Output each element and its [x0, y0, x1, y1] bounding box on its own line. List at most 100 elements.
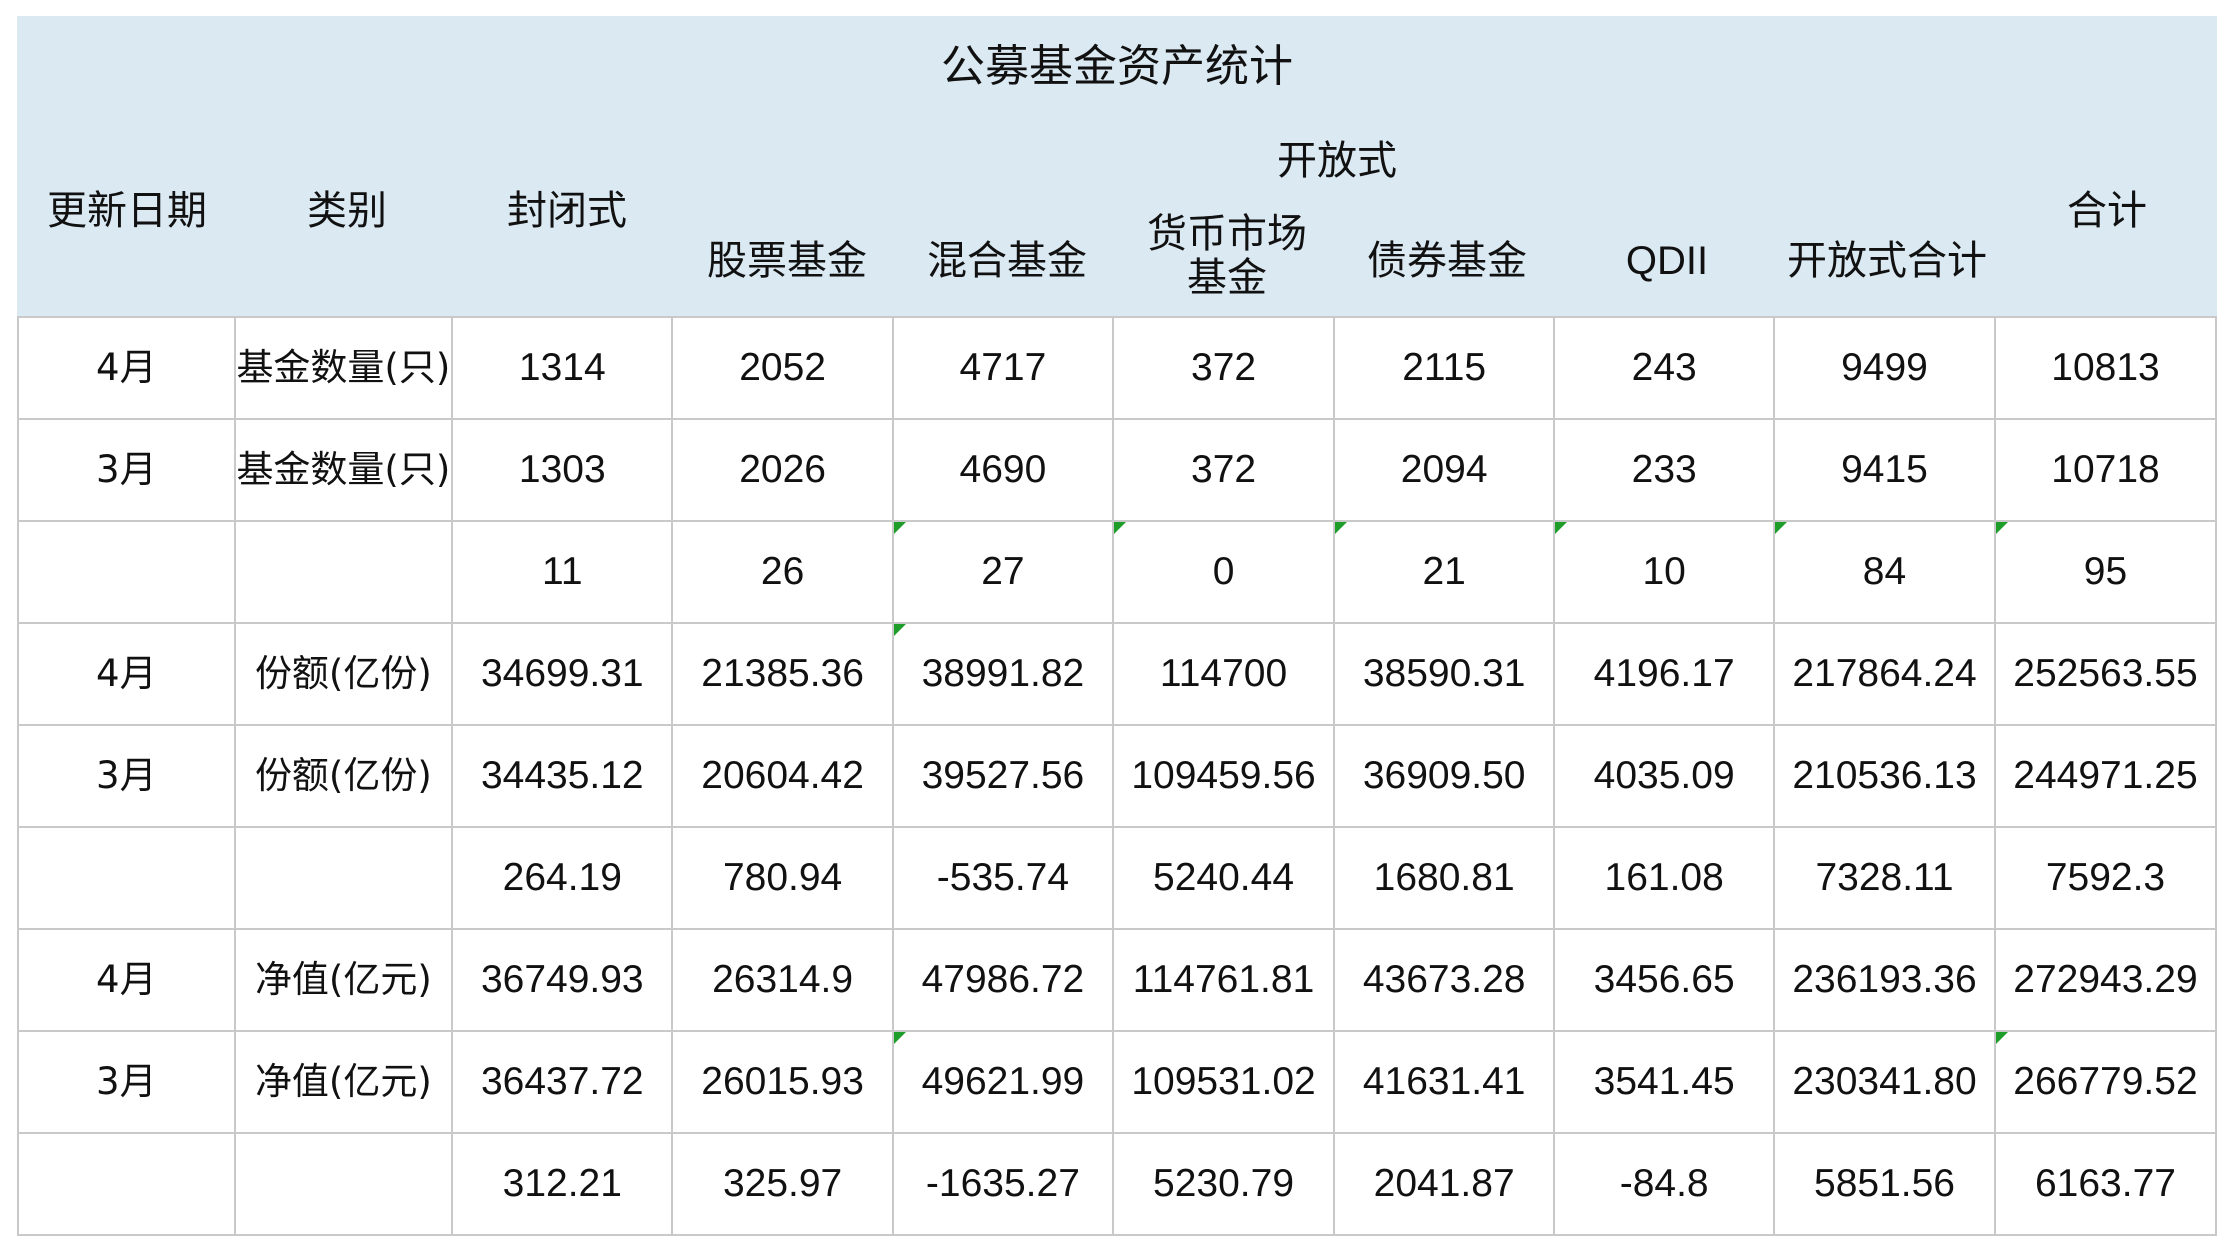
bond-cell[interactable]: 36909.50 [1333, 724, 1556, 828]
date-cell[interactable]: 3月 [17, 418, 236, 522]
money-market-cell[interactable]: 5240.44 [1112, 826, 1336, 930]
total-cell[interactable]: 6163.77 [1993, 1132, 2218, 1236]
qdii-cell[interactable]: 161.08 [1553, 826, 1776, 930]
closed-cell[interactable]: 36437.72 [451, 1030, 674, 1134]
stock-cell[interactable]: 26314.9 [671, 928, 894, 1032]
stock-cell[interactable]: 21385.36 [671, 622, 894, 726]
bond-cell[interactable]: 41631.41 [1333, 1030, 1556, 1134]
closed-cell[interactable]: 34699.31 [451, 622, 674, 726]
header-category: 类别 [307, 188, 387, 234]
closed-cell[interactable]: 11 [451, 520, 674, 624]
stock-cell[interactable]: 2026 [671, 418, 894, 522]
date-cell[interactable] [17, 1132, 236, 1236]
total-cell[interactable]: 7592.3 [1993, 826, 2218, 930]
category-cell[interactable]: 份额(亿份) [233, 724, 454, 828]
open-total-cell[interactable]: 217864.24 [1773, 622, 1996, 726]
date-cell[interactable]: 4月 [17, 622, 236, 726]
qdii-cell[interactable]: 10 [1553, 520, 1776, 624]
category-cell[interactable] [233, 1132, 454, 1236]
closed-cell[interactable]: 36749.93 [451, 928, 674, 1032]
bond-cell[interactable]: 2115 [1333, 316, 1556, 420]
qdii-cell[interactable]: 4196.17 [1553, 622, 1776, 726]
money-market-cell[interactable]: 0 [1112, 520, 1336, 624]
table-row: 4月 净值(亿元) 36749.93 26314.9 47986.72 1147… [17, 928, 2218, 1032]
open-total-cell[interactable]: 210536.13 [1773, 724, 1996, 828]
money-market-cell[interactable]: 114761.81 [1112, 928, 1336, 1032]
table-row: 4月 基金数量(只) 1314 2052 4717 372 2115 243 9… [17, 316, 2218, 420]
date-cell[interactable]: 3月 [17, 1030, 236, 1134]
category-cell[interactable]: 净值(亿元) [233, 1030, 454, 1134]
mixed-cell[interactable]: 38991.82 [891, 622, 1115, 726]
bond-cell[interactable]: 2094 [1333, 418, 1556, 522]
mixed-cell[interactable]: 4690 [891, 418, 1115, 522]
total-cell[interactable]: 10718 [1993, 418, 2218, 522]
category-cell[interactable]: 基金数量(只) [233, 418, 454, 522]
money-market-cell[interactable]: 114700 [1112, 622, 1336, 726]
date-cell[interactable] [17, 520, 236, 624]
table-row: 3月 净值(亿元) 36437.72 26015.93 49621.99 109… [17, 1030, 2218, 1134]
total-cell[interactable]: 266779.52 [1993, 1030, 2218, 1134]
total-cell[interactable]: 10813 [1993, 316, 2218, 420]
money-market-cell[interactable]: 109459.56 [1112, 724, 1336, 828]
table-row: 4月 份额(亿份) 34699.31 21385.36 38991.82 114… [17, 622, 2218, 726]
category-cell[interactable] [233, 826, 454, 930]
stock-cell[interactable]: 2052 [671, 316, 894, 420]
closed-cell[interactable]: 34435.12 [451, 724, 674, 828]
open-total-cell[interactable]: 9415 [1773, 418, 1996, 522]
closed-cell[interactable]: 1303 [451, 418, 674, 522]
stock-cell[interactable]: 780.94 [671, 826, 894, 930]
total-cell[interactable]: 252563.55 [1993, 622, 2218, 726]
money-market-cell[interactable]: 372 [1112, 418, 1336, 522]
header-date: 更新日期 [47, 188, 207, 234]
total-cell[interactable]: 95 [1993, 520, 2218, 624]
category-cell[interactable]: 份额(亿份) [233, 622, 454, 726]
qdii-cell[interactable]: 243 [1553, 316, 1776, 420]
mixed-cell[interactable]: -1635.27 [891, 1132, 1115, 1236]
mixed-cell[interactable]: 47986.72 [891, 928, 1115, 1032]
qdii-cell[interactable]: 3456.65 [1553, 928, 1776, 1032]
money-market-cell[interactable]: 5230.79 [1112, 1132, 1336, 1236]
date-cell[interactable]: 3月 [17, 724, 236, 828]
closed-cell[interactable]: 1314 [451, 316, 674, 420]
money-market-cell[interactable]: 372 [1112, 316, 1336, 420]
total-cell[interactable]: 272943.29 [1993, 928, 2218, 1032]
date-cell[interactable] [17, 826, 236, 930]
bond-cell[interactable]: 2041.87 [1333, 1132, 1556, 1236]
open-total-cell[interactable]: 5851.56 [1773, 1132, 1996, 1236]
stock-cell[interactable]: 26015.93 [671, 1030, 894, 1134]
total-cell[interactable]: 244971.25 [1993, 724, 2218, 828]
qdii-cell[interactable]: -84.8 [1553, 1132, 1776, 1236]
qdii-cell[interactable]: 3541.45 [1553, 1030, 1776, 1134]
category-cell[interactable] [233, 520, 454, 624]
stock-cell[interactable]: 325.97 [671, 1132, 894, 1236]
mixed-cell[interactable]: 39527.56 [891, 724, 1115, 828]
header-open-total: 开放式合计 [1787, 238, 1987, 284]
bond-cell[interactable]: 43673.28 [1333, 928, 1556, 1032]
bond-cell[interactable]: 38590.31 [1333, 622, 1556, 726]
bond-cell[interactable]: 21 [1333, 520, 1556, 624]
stock-cell[interactable]: 20604.42 [671, 724, 894, 828]
money-market-cell[interactable]: 109531.02 [1112, 1030, 1336, 1134]
header-stock: 股票基金 [707, 238, 867, 284]
bond-cell[interactable]: 1680.81 [1333, 826, 1556, 930]
closed-cell[interactable]: 264.19 [451, 826, 674, 930]
category-cell[interactable]: 净值(亿元) [233, 928, 454, 1032]
mixed-cell[interactable]: 27 [891, 520, 1115, 624]
date-cell[interactable]: 4月 [17, 928, 236, 1032]
date-cell[interactable]: 4月 [17, 316, 236, 420]
open-total-cell[interactable]: 84 [1773, 520, 1996, 624]
category-cell[interactable]: 基金数量(只) [233, 316, 454, 420]
table-row: 312.21 325.97 -1635.27 5230.79 2041.87 -… [17, 1132, 2218, 1236]
qdii-cell[interactable]: 233 [1553, 418, 1776, 522]
qdii-cell[interactable]: 4035.09 [1553, 724, 1776, 828]
mixed-cell[interactable]: -535.74 [891, 826, 1115, 930]
mixed-cell[interactable]: 4717 [891, 316, 1115, 420]
stock-cell[interactable]: 26 [671, 520, 894, 624]
open-total-cell[interactable]: 236193.36 [1773, 928, 1996, 1032]
open-total-cell[interactable]: 7328.11 [1773, 826, 1996, 930]
open-total-cell[interactable]: 230341.80 [1773, 1030, 1996, 1134]
closed-cell[interactable]: 312.21 [451, 1132, 674, 1236]
header-bond: 债券基金 [1367, 238, 1527, 284]
mixed-cell[interactable]: 49621.99 [891, 1030, 1115, 1134]
open-total-cell[interactable]: 9499 [1773, 316, 1996, 420]
